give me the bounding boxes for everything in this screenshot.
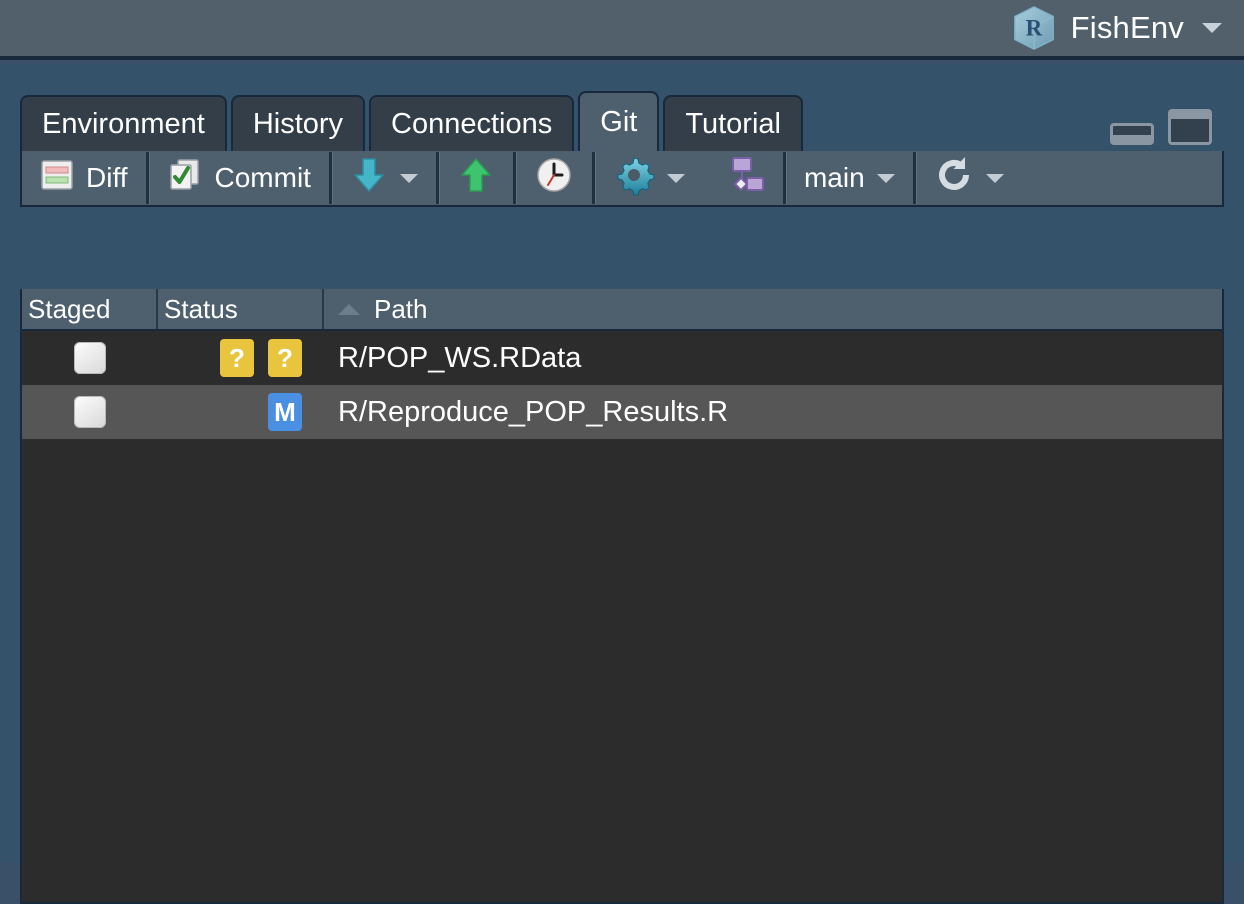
column-header-path[interactable]: Path: [324, 289, 1222, 329]
diff-icon: [40, 158, 74, 199]
stage-checkbox[interactable]: [74, 342, 106, 374]
gear-icon: [613, 154, 655, 203]
history-button[interactable]: [516, 152, 592, 204]
svg-text:R: R: [1025, 16, 1042, 41]
branch-graph-icon: [721, 154, 765, 203]
pull-button[interactable]: [332, 152, 436, 204]
project-name-label: FishEnv: [1070, 10, 1184, 45]
stage-checkbox[interactable]: [74, 396, 106, 428]
branch-chevron-down-icon[interactable]: [876, 173, 895, 183]
git-pane: Environment History Connections Git Tuto…: [0, 64, 1244, 904]
file-path-label: R/Reproduce_POP_Results.R: [338, 395, 729, 428]
project-selector[interactable]: R FishEnv: [1007, 4, 1226, 52]
refresh-icon: [934, 155, 974, 202]
status-badge: M: [268, 393, 302, 431]
r-project-cube-icon: R: [1011, 5, 1057, 51]
git-toolbar: Diff Commit main: [20, 151, 1224, 207]
tab-tutorial[interactable]: Tutorial: [663, 95, 803, 151]
branch-name-label: main: [803, 162, 865, 193]
status-cell: ? ?: [158, 339, 324, 377]
status-badge: ?: [268, 339, 302, 377]
refresh-button[interactable]: [916, 152, 1022, 204]
push-up-arrow-icon: [457, 155, 495, 202]
table-row[interactable]: M R/Reproduce_POP_Results.R: [22, 385, 1222, 439]
column-header-staged[interactable]: Staged: [22, 289, 158, 329]
application-top-bar: R FishEnv: [0, 0, 1244, 60]
clock-history-icon: [534, 155, 574, 202]
staged-cell: [22, 396, 158, 428]
pane-tab-bar: Environment History Connections Git Tuto…: [20, 89, 1224, 151]
pane-window-controls: [1110, 109, 1224, 151]
column-header-path-label: Path: [374, 293, 428, 324]
file-list-header: Staged Status Path: [20, 289, 1224, 331]
tab-git[interactable]: Git: [578, 91, 660, 151]
tab-connections[interactable]: Connections: [369, 95, 575, 151]
pull-chevron-down-icon[interactable]: [399, 173, 418, 183]
push-button[interactable]: [439, 152, 513, 204]
branch-graph-button[interactable]: [703, 152, 783, 204]
table-row[interactable]: ? ? R/POP_WS.RData: [22, 331, 1222, 385]
tab-environment[interactable]: Environment: [20, 95, 227, 151]
more-chevron-down-icon[interactable]: [666, 173, 685, 183]
minimize-pane-icon[interactable]: [1110, 123, 1154, 145]
diff-button[interactable]: Diff: [22, 152, 146, 204]
status-cell: M: [158, 393, 324, 431]
commit-label: Commit: [214, 162, 311, 193]
diff-label: Diff: [86, 162, 128, 193]
staged-cell: [22, 342, 158, 374]
column-header-status[interactable]: Status: [158, 289, 324, 329]
pull-down-arrow-icon: [350, 155, 388, 202]
sort-ascending-icon: [338, 303, 360, 315]
git-file-list[interactable]: ? ? R/POP_WS.RData M R/Reproduce_POP_Res…: [20, 331, 1224, 904]
refresh-chevron-down-icon[interactable]: [985, 173, 1004, 183]
commit-icon: [167, 157, 203, 200]
maximize-pane-icon[interactable]: [1168, 109, 1212, 145]
tab-history[interactable]: History: [230, 95, 366, 151]
status-badge: ?: [220, 339, 254, 377]
branch-selector[interactable]: main: [786, 152, 913, 204]
more-options-button[interactable]: [595, 152, 703, 204]
commit-button[interactable]: Commit: [149, 152, 329, 204]
chevron-down-icon[interactable]: [1202, 23, 1222, 33]
file-path-label: R/POP_WS.RData: [338, 341, 582, 374]
